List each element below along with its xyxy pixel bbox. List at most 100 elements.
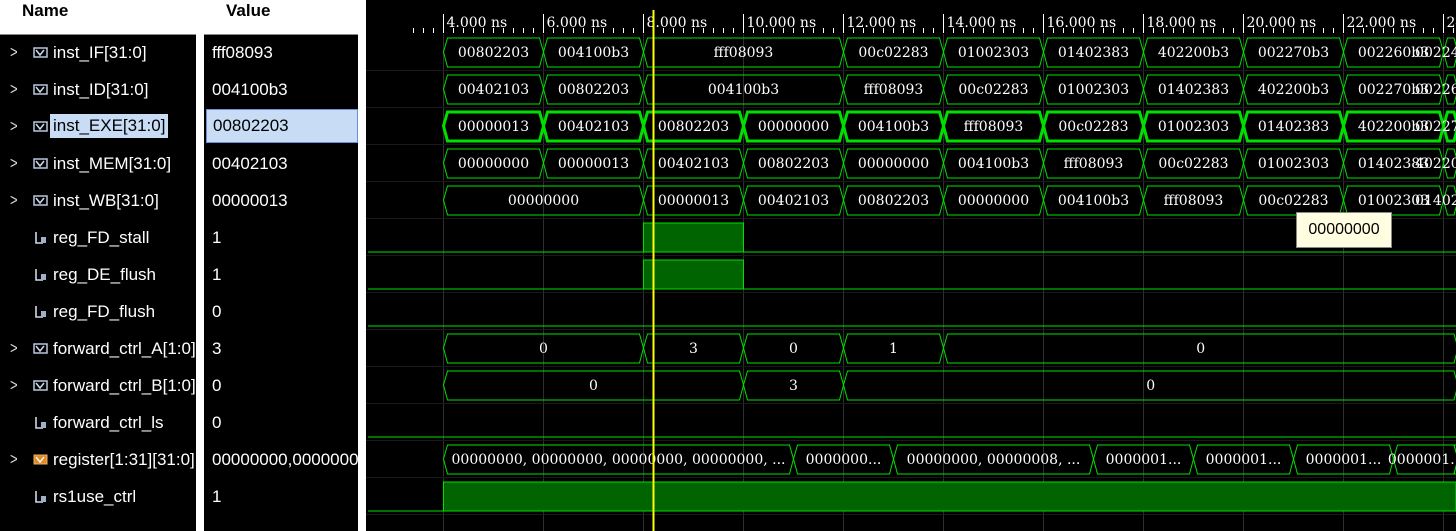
value-row[interactable]: 00000000,00000000 [204,441,358,478]
expand-chevron-icon[interactable]: > [10,116,18,136]
bit-signal-icon [33,304,48,319]
signal-row[interactable]: > inst_EXE[31:0] [0,108,196,145]
bit-signal-icon [33,489,48,504]
signal-row[interactable]: rs1use_ctrl [0,478,196,515]
value-row[interactable]: 1 [204,256,358,293]
bus-value-label: 00000000 [958,193,1029,209]
column-divider[interactable] [196,0,204,531]
ruler-tick-label: 4.000 ns [447,15,508,31]
value-row[interactable]: 1 [204,219,358,256]
signal-row[interactable]: > inst_WB[31:0] [0,182,196,219]
name-header-label: Name [22,1,69,20]
bus-value-label: 3 [789,378,798,394]
signal-row[interactable]: > inst_ID[31:0] [0,71,196,108]
ruler-tick-label: 24.0 [1447,15,1456,31]
ruler-tick-label: 8.000 ns [647,15,708,31]
value-row[interactable]: 00402103 [204,145,358,182]
value-row[interactable]: 0 [204,293,358,330]
expand-chevron-icon[interactable]: > [10,190,18,210]
bus-value-label: 0 [789,341,798,357]
bus-value-label: 004100b3 [558,45,629,61]
expand-chevron-icon[interactable]: > [10,153,18,173]
bus-value-label: 002260b3 [1415,82,1456,98]
bus-value-label: 402200b3 [1415,156,1456,172]
array-signal-icon [33,452,48,467]
bus-value-label: 00802203 [758,156,829,172]
value-row[interactable]: 3 [204,330,358,367]
bus-value-label: 0000001... [1106,452,1182,468]
bus-value-label: 01402383 [1415,193,1456,209]
bit-high-pulse [643,259,744,290]
expand-chevron-icon[interactable]: > [10,42,18,62]
bit-high-pulse [643,222,744,253]
value-row[interactable]: 004100b3 [204,71,358,108]
bus-value-label: 002240b3 [1415,45,1456,61]
bus-value-label: 00000013 [658,193,729,209]
value-row[interactable]: 1 [204,478,358,515]
bus-value-label: 002270b3 [1258,45,1329,61]
signal-name: register[1:31][31:0] [53,450,195,469]
bus-value-label: 0000001... [1388,452,1456,468]
value-row[interactable]: 0 [204,404,358,441]
bus-value-label: 00000000 [858,156,929,172]
bit-signal-icon [33,267,48,282]
signal-row[interactable]: reg_FD_flush [0,293,196,330]
signal-row[interactable]: > forward_ctrl_A[1:0] [0,330,196,367]
signal-row[interactable]: reg_DE_flush [0,256,196,293]
bus-value-label: 00402103 [558,119,629,135]
bus-value-label: 0 [589,378,598,394]
expand-chevron-icon[interactable]: > [10,338,18,358]
bus-value-label: fff08093 [714,45,774,61]
signal-row[interactable]: forward_ctrl_ls [0,404,196,441]
waveform-panel[interactable]: 4.000 ns 6.000 ns 8.000 ns 10.000 ns 12.000 … [366,0,1456,531]
bus-value-label: 00c02283 [958,82,1028,98]
bus-value-label: 00000000 [758,119,829,135]
signal-row[interactable]: > inst_IF[31:0] [0,34,196,71]
bus-value-label: 00802203 [458,45,529,61]
ruler-tick-label: 12.000 ns [847,15,917,31]
signal-value: 0 [212,376,222,395]
signal-value: 1 [212,228,222,247]
waveform-canvas[interactable]: 4.000 ns 6.000 ns 8.000 ns 10.000 ns 12.000 … [366,0,1456,531]
bus-signal-icon [33,45,48,60]
signal-name: inst_EXE[31:0] [50,114,169,138]
bus-value-label: 01402383 [1258,119,1329,135]
expand-chevron-icon[interactable]: > [10,375,18,395]
signal-value: 00000000,00000000 [212,450,358,469]
signal-value: 0 [212,302,222,321]
bus-value-label: 00402103 [458,82,529,98]
bus-signal-icon [33,156,48,171]
value-column-header[interactable]: Value [204,0,358,35]
bus-value-label: fff08093 [864,82,924,98]
bus-value-label: 00000013 [558,156,629,172]
value-row[interactable]: 00802203 [204,108,358,145]
bus-value-label: 00802203 [858,193,929,209]
bus-signal-icon [33,119,48,134]
bus-value-label: fff08093 [964,119,1024,135]
bus-value-label: 00c02283 [858,45,928,61]
bit-high-pulse [443,481,1456,512]
column-divider[interactable] [358,0,366,531]
expand-chevron-icon[interactable]: > [10,449,18,469]
ruler-tick-label: 14.000 ns [947,15,1017,31]
value-row[interactable]: 0 [204,367,358,404]
signal-row[interactable]: reg_FD_stall [0,219,196,256]
expand-chevron-icon[interactable]: > [10,79,18,99]
signal-row[interactable]: > inst_MEM[31:0] [0,145,196,182]
bit-signal-icon [33,230,48,245]
signal-name: forward_ctrl_B[1:0] [53,376,196,395]
bus-value-label: 0000001... [1206,452,1282,468]
bus-value-label: 402200b3 [1158,45,1229,61]
value-row[interactable]: fff08093 [204,34,358,71]
bus-signal-icon [33,341,48,356]
bus-value-label: fff08093 [1064,156,1124,172]
bus-signal-icon [33,378,48,393]
signal-value: 0 [212,413,222,432]
signal-name: inst_MEM[31:0] [53,154,172,173]
signal-row[interactable]: > forward_ctrl_B[1:0] [0,367,196,404]
value-row[interactable]: 00000013 [204,182,358,219]
name-column-header[interactable]: Name [0,0,196,35]
ruler-tick-label: 10.000 ns [747,15,817,31]
signal-value: 00000013 [212,191,288,210]
signal-row[interactable]: > register[1:31][31:0] [0,441,196,478]
